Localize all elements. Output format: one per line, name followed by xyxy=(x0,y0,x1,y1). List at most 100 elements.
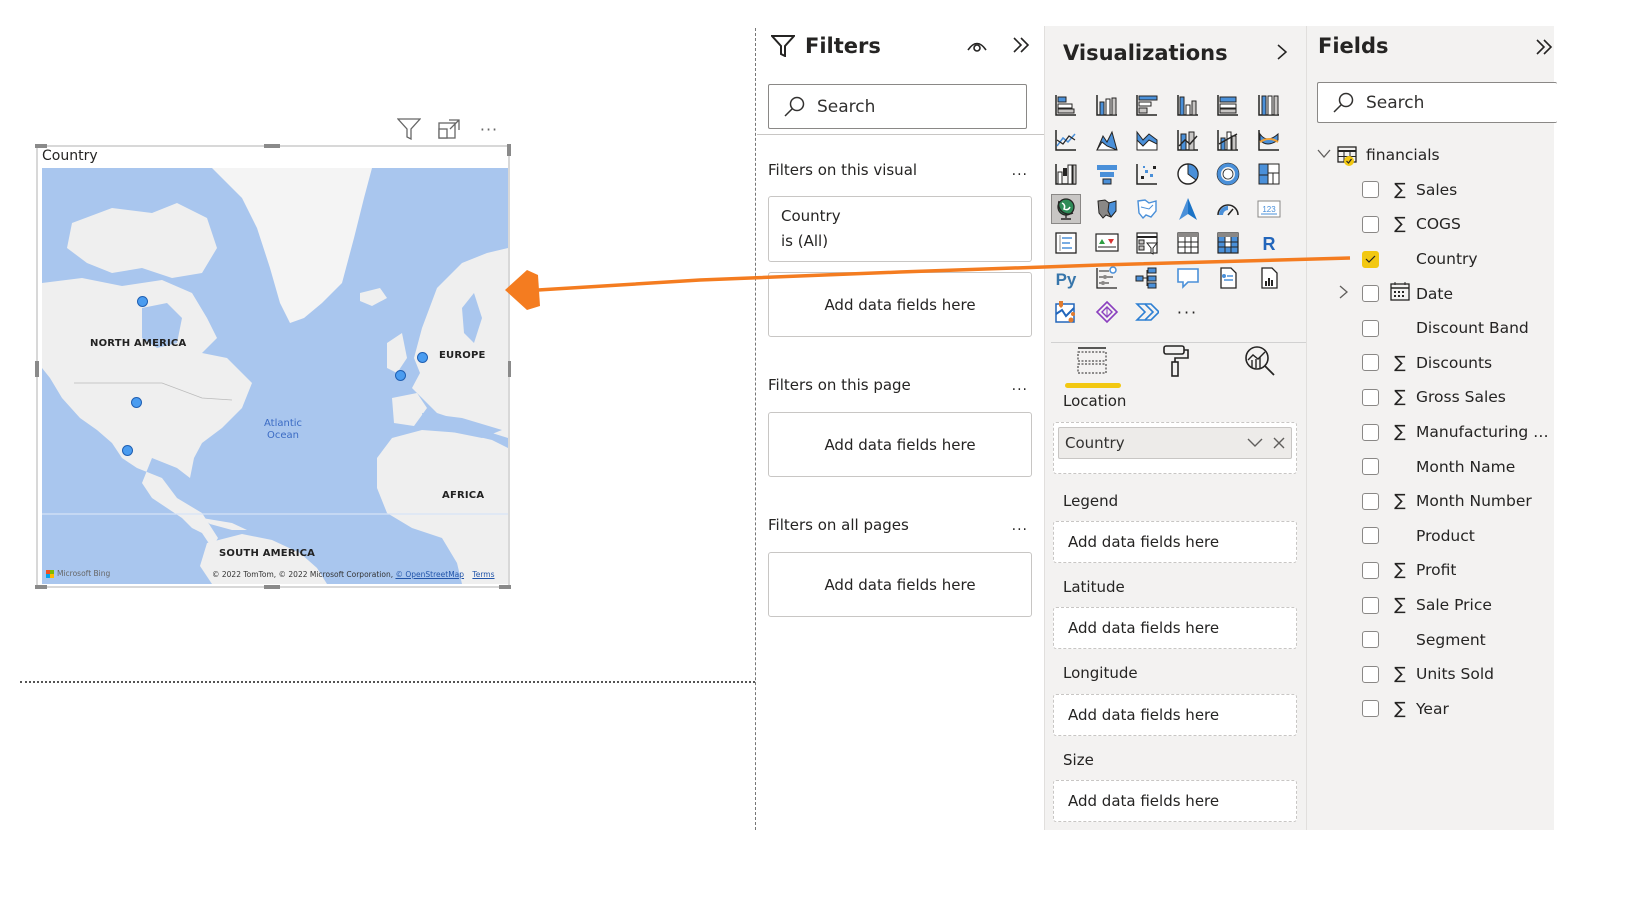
field-gross-sales[interactable]: ∑ Gross Sales xyxy=(1317,380,1555,415)
viz-more-visuals-icon[interactable]: ··· xyxy=(1173,297,1203,327)
viz-kpi-icon[interactable] xyxy=(1092,228,1122,258)
chevron-right-icon[interactable] xyxy=(1339,285,1353,303)
viz-smart-narrative-icon[interactable] xyxy=(1213,263,1243,293)
size-well[interactable]: Add data fields here xyxy=(1053,780,1297,822)
filters-all-drop-zone[interactable]: Add data fields here xyxy=(768,552,1032,617)
report-canvas[interactable]: ··· Country NORTH AMERICA EUROPE AFRICA … xyxy=(0,0,756,830)
viz-stacked-bar-chart-icon[interactable] xyxy=(1051,90,1081,120)
filter-card-country[interactable]: Country is (All) xyxy=(768,196,1032,262)
viz-pie-chart-icon[interactable] xyxy=(1173,159,1203,189)
field-country[interactable]: Country xyxy=(1317,242,1555,277)
field-month-number[interactable]: ∑ Month Number xyxy=(1317,484,1555,519)
viz-paginated-report-icon[interactable] xyxy=(1254,263,1284,293)
filters-page-more-button[interactable]: ... xyxy=(1012,378,1028,394)
analytics-tab[interactable] xyxy=(1231,338,1289,384)
filters-search[interactable] xyxy=(768,84,1027,129)
map-point-united-states[interactable] xyxy=(131,397,142,408)
resize-handle-top-right[interactable] xyxy=(507,144,511,156)
field-checkbox[interactable] xyxy=(1362,285,1379,303)
more-options-icon[interactable]: ··· xyxy=(476,116,502,142)
field-discounts[interactable]: ∑ Discounts xyxy=(1317,346,1555,381)
focus-mode-icon[interactable] xyxy=(436,116,462,142)
field-checkbox[interactable] xyxy=(1362,423,1379,441)
map-point-germany[interactable] xyxy=(417,352,428,363)
remove-field-icon[interactable] xyxy=(1273,437,1285,449)
resize-handle-bottom-left[interactable] xyxy=(35,585,47,589)
resize-handle-left[interactable] xyxy=(35,361,39,377)
fields-search[interactable] xyxy=(1317,82,1557,123)
field-checkbox[interactable] xyxy=(1362,492,1379,510)
map-visual[interactable]: Country NORTH AMERICA EUROPE AFRICA SOUT… xyxy=(35,144,511,589)
field-year[interactable]: ∑ Year xyxy=(1317,692,1555,727)
format-tab[interactable] xyxy=(1147,338,1205,384)
viz-map-icon[interactable] xyxy=(1051,193,1081,224)
viz-gauge-icon[interactable] xyxy=(1213,194,1243,224)
field-checkbox[interactable] xyxy=(1362,181,1379,199)
filter-icon[interactable] xyxy=(396,116,422,142)
resize-handle-bottom[interactable] xyxy=(264,585,280,589)
field-discount-band[interactable]: Discount Band xyxy=(1317,311,1555,346)
viz-shape-map-icon[interactable] xyxy=(1132,194,1162,224)
viz-100-stacked-column-chart-icon[interactable] xyxy=(1254,90,1284,120)
legend-well[interactable]: Add data fields here xyxy=(1053,521,1297,563)
table-financials[interactable]: financials xyxy=(1317,138,1555,173)
field-checkbox[interactable] xyxy=(1362,319,1379,337)
latitude-well[interactable]: Add data fields here xyxy=(1053,607,1297,649)
filters-visual-drop-zone[interactable]: Add data fields here xyxy=(768,272,1032,337)
field-segment[interactable]: Segment xyxy=(1317,622,1555,657)
viz-treemap-icon[interactable] xyxy=(1254,159,1284,189)
field-checkbox[interactable] xyxy=(1362,527,1379,545)
viz-filled-map-icon[interactable] xyxy=(1092,194,1122,224)
filters-visual-more-button[interactable]: ... xyxy=(1012,163,1028,179)
viz-waterfall-chart-icon[interactable] xyxy=(1051,159,1081,189)
longitude-well[interactable]: Add data fields here xyxy=(1053,694,1297,736)
viz-stacked-area-chart-icon[interactable] xyxy=(1132,125,1162,155)
field-checkbox[interactable] xyxy=(1362,354,1379,372)
field-checkbox[interactable] xyxy=(1362,561,1379,579)
viz-line-chart-icon[interactable] xyxy=(1051,125,1081,155)
filters-search-input[interactable] xyxy=(817,96,977,117)
field-units-sold[interactable]: ∑ Units Sold xyxy=(1317,657,1555,692)
chevron-down-icon[interactable] xyxy=(1247,438,1263,448)
terms-link[interactable]: Terms xyxy=(472,570,494,579)
viz-azure-map-icon[interactable] xyxy=(1173,194,1203,224)
field-checkbox[interactable] xyxy=(1362,700,1379,718)
chevron-down-icon[interactable] xyxy=(1317,147,1331,163)
collapse-visualizations-icon[interactable] xyxy=(1271,40,1293,64)
field-checkbox[interactable] xyxy=(1362,250,1379,268)
field-profit[interactable]: ∑ Profit xyxy=(1317,553,1555,588)
viz-area-chart-icon[interactable] xyxy=(1092,125,1122,155)
field-checkbox[interactable] xyxy=(1362,631,1379,649)
viz-python-visual-icon[interactable]: Py xyxy=(1051,263,1081,293)
map-point-france[interactable] xyxy=(395,370,406,381)
field-product[interactable]: Product xyxy=(1317,519,1555,554)
viz-table-icon[interactable] xyxy=(1173,228,1203,258)
collapse-filters-icon[interactable] xyxy=(1009,34,1033,56)
filters-page-drop-zone[interactable]: Add data fields here xyxy=(768,412,1032,477)
viz-funnel-icon[interactable] xyxy=(1092,159,1122,189)
field-month-name[interactable]: Month Name xyxy=(1317,449,1555,484)
field-checkbox[interactable] xyxy=(1362,388,1379,406)
map-point-canada[interactable] xyxy=(137,296,148,307)
viz-line-and-stacked-column-chart-icon[interactable] xyxy=(1173,125,1203,155)
viz-scatter-chart-icon[interactable] xyxy=(1132,159,1162,189)
field-date[interactable]: Date xyxy=(1317,276,1555,311)
field-cogs[interactable]: ∑ COGS xyxy=(1317,207,1555,242)
fields-tab[interactable] xyxy=(1063,338,1121,388)
viz-100-stacked-bar-chart-icon[interactable] xyxy=(1213,90,1243,120)
viz-slicer-icon[interactable] xyxy=(1132,228,1162,258)
map-area[interactable]: NORTH AMERICA EUROPE AFRICA SOUTH AMERIC… xyxy=(42,168,508,584)
field-checkbox[interactable] xyxy=(1362,215,1379,233)
viz-decomposition-tree-icon[interactable] xyxy=(1132,263,1162,293)
field-sale-price[interactable]: ∑ Sale Price xyxy=(1317,588,1555,623)
viz-multi-row-card-icon[interactable] xyxy=(1051,228,1081,258)
field-checkbox[interactable] xyxy=(1362,458,1379,476)
viz-r-script-visual-icon[interactable]: R xyxy=(1254,228,1284,258)
viz-arcgis-map-icon[interactable] xyxy=(1051,297,1081,327)
map-point-mexico[interactable] xyxy=(122,445,133,456)
viz-qa-icon[interactable] xyxy=(1173,263,1203,293)
filters-all-more-button[interactable]: ... xyxy=(1012,518,1028,534)
resize-handle-top[interactable] xyxy=(264,144,280,148)
field-sales[interactable]: ∑ Sales xyxy=(1317,173,1555,208)
viz-power-apps-icon[interactable] xyxy=(1092,297,1122,327)
